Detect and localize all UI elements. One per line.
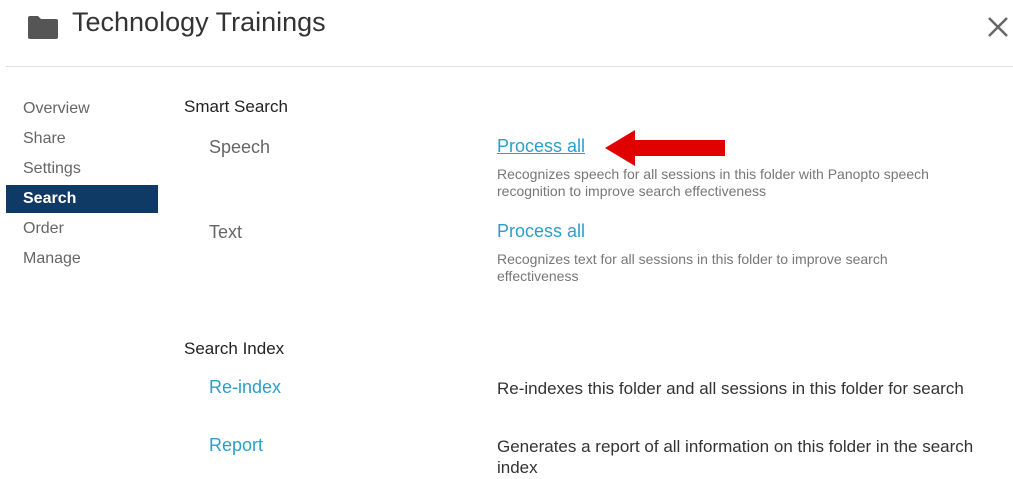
- text-label: Text: [209, 222, 243, 242]
- speech-description: Recognizes speech for all sessions in th…: [497, 166, 929, 199]
- reindex-link[interactable]: Re-index: [209, 377, 281, 398]
- smart-search-heading: Smart Search: [184, 97, 288, 116]
- speech-process-all-link[interactable]: Process all: [497, 136, 585, 157]
- search-index-heading: Search Index: [184, 339, 285, 358]
- close-icon[interactable]: [985, 14, 1011, 40]
- red-arrow-annotation: [605, 130, 725, 166]
- sidebar-item-settings[interactable]: Settings: [6, 155, 158, 183]
- folder-icon: [28, 16, 58, 39]
- header: Technology Trainings: [0, 0, 1013, 66]
- sidebar-item-overview[interactable]: Overview: [6, 95, 158, 123]
- sidebar-item-manage[interactable]: Manage: [6, 245, 158, 273]
- sidebar-item-share[interactable]: Share: [6, 125, 158, 153]
- report-description: Generates a report of all information on…: [497, 437, 974, 477]
- reindex-description: Re-indexes this folder and all sessions …: [497, 379, 964, 398]
- report-link[interactable]: Report: [209, 435, 263, 456]
- speech-label: Speech: [209, 137, 271, 157]
- sidebar-item-order[interactable]: Order: [6, 215, 158, 243]
- header-divider: [6, 66, 1013, 67]
- text-process-all-link[interactable]: Process all: [497, 221, 585, 242]
- text-description: Recognizes text for all sessions in this…: [497, 251, 888, 284]
- sidebar-item-search[interactable]: Search: [6, 185, 158, 213]
- page-title: Technology Trainings: [72, 7, 326, 37]
